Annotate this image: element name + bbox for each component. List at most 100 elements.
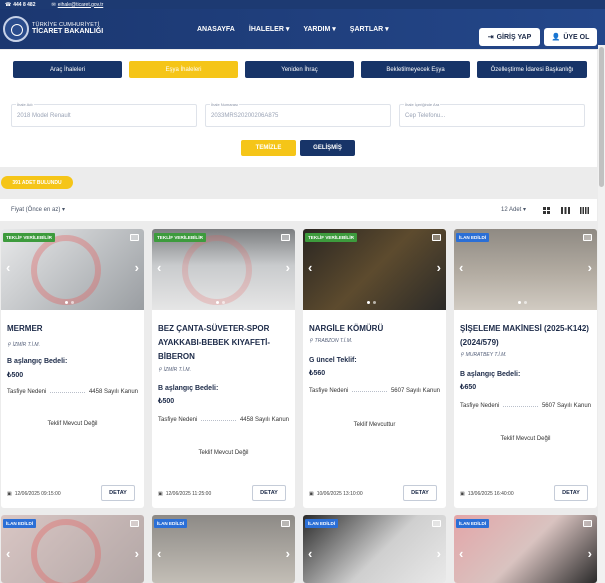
image-icon bbox=[130, 520, 139, 527]
tab-privatization-admin[interactable]: Özelleştirme İdaresi Başkanlığı bbox=[477, 61, 587, 78]
prev-arrow-icon[interactable]: ‹ bbox=[157, 260, 161, 275]
next-arrow-icon[interactable]: › bbox=[437, 546, 441, 561]
auction-card: İLAN EDİLDİ ‹ › bbox=[454, 515, 597, 583]
scrollbar-thumb[interactable] bbox=[599, 47, 604, 187]
next-arrow-icon[interactable]: › bbox=[286, 546, 290, 561]
grid-small-icon[interactable] bbox=[543, 207, 550, 214]
detail-button[interactable]: DETAY bbox=[252, 485, 286, 501]
card-image[interactable]: İLAN EDİLDİ ‹ › bbox=[152, 515, 295, 583]
phone-contact[interactable]: ☎ 444 8 482 bbox=[5, 2, 35, 8]
location-pin-icon: ⚲ bbox=[309, 338, 313, 344]
logo-line2: TİCARET BAKANLIĞI bbox=[32, 28, 104, 36]
card-image[interactable]: İLAN EDİLDİ ‹ › bbox=[454, 515, 597, 583]
card-title[interactable]: MERMER bbox=[7, 322, 139, 336]
signup-button[interactable]: 👤 ÜYE OL bbox=[544, 28, 597, 46]
tab-goods-auctions[interactable]: Eşya İhaleleri bbox=[129, 61, 238, 78]
auction-content-search-field[interactable]: İhale İçeriğinde Ara Cep Telefonu... bbox=[399, 102, 585, 127]
nav-help[interactable]: YARDIM bbox=[303, 25, 335, 33]
prev-arrow-icon[interactable]: ‹ bbox=[308, 260, 312, 275]
prev-arrow-icon[interactable]: ‹ bbox=[459, 546, 463, 561]
auction-card: TEKLİF VERİLEBİLİR ‹ › MERMER ⚲ İZMİR T.İ… bbox=[1, 229, 144, 508]
status-tag: İLAN EDİLDİ bbox=[305, 519, 339, 528]
card-location: ⚲ TRABZON T.İ.M. bbox=[309, 338, 353, 344]
ministry-seal-icon bbox=[3, 16, 29, 42]
image-icon bbox=[281, 520, 290, 527]
card-image[interactable]: TEKLİF VERİLEBİLİR ‹ › bbox=[1, 229, 144, 310]
image-icon bbox=[432, 234, 441, 241]
card-image[interactable]: İLAN EDİLDİ ‹ › bbox=[1, 515, 144, 583]
carousel-dots bbox=[518, 301, 527, 304]
detail-button[interactable]: DETAY bbox=[403, 485, 437, 501]
tab-reexport[interactable]: Yeniden İhraç bbox=[245, 61, 354, 78]
image-icon bbox=[130, 234, 139, 241]
detail-button[interactable]: DETAY bbox=[101, 485, 135, 501]
auction-card: İLAN EDİLDİ ‹ › bbox=[152, 515, 295, 583]
image-icon bbox=[583, 520, 592, 527]
ministry-logo[interactable]: TÜRKİYE CUMHURİYETİ TİCARET BAKANLIĞI bbox=[3, 16, 103, 42]
next-arrow-icon[interactable]: › bbox=[437, 260, 441, 275]
auction-number-field[interactable]: İhale Numarası 2033MRS20200206A875 bbox=[205, 102, 391, 127]
reason-row: Tasfiye Nedeni 5607 Sayılı Kanun bbox=[309, 388, 440, 394]
clear-button[interactable]: TEMİZLE bbox=[241, 140, 296, 156]
next-arrow-icon[interactable]: › bbox=[135, 546, 139, 561]
prev-arrow-icon[interactable]: ‹ bbox=[308, 546, 312, 561]
email-contact[interactable]: ✉ eihale@ticaret.gov.tr bbox=[51, 2, 103, 8]
chevron-down-icon: ▾ bbox=[62, 207, 66, 213]
card-date: ▣ 12/06/2025 09:15:00 bbox=[7, 491, 61, 497]
login-button[interactable]: ⇥ GİRİŞ YAP bbox=[479, 28, 540, 46]
per-page-dropdown[interactable]: 12 Adet ▾ bbox=[501, 206, 526, 213]
status-tag: TEKLİF VERİLEBİLİR bbox=[305, 233, 357, 242]
next-arrow-icon[interactable]: › bbox=[588, 546, 592, 561]
price-label: B aşlangıç Bedeli: bbox=[7, 358, 68, 365]
card-title[interactable]: BEZ ÇANTA-SÜVETER-SPOR AYAKKABI-BEBEK KI… bbox=[158, 322, 290, 364]
nav-home[interactable]: ANASAYFA bbox=[197, 26, 235, 33]
auction-card: İLAN EDİLDİ ‹ › bbox=[1, 515, 144, 583]
image-icon bbox=[281, 234, 290, 241]
card-date: ▣ 13/06/2025 16:40:00 bbox=[460, 491, 514, 497]
reason-row: Tasfiye Nedeni 4458 Sayılı Kanun bbox=[7, 389, 138, 395]
auction-card: TEKLİF VERİLEBİLİR ‹ › BEZ ÇANTA-SÜVETER… bbox=[152, 229, 295, 508]
auction-card: İLAN EDİLDİ ‹ › ŞİŞELEME MAKİNESİ (2025-… bbox=[454, 229, 597, 508]
calendar-icon: ▣ bbox=[460, 491, 465, 497]
card-title[interactable]: ŞİŞELEME MAKİNESİ (2025-K142) (2024/579) bbox=[460, 322, 592, 350]
carousel-dots bbox=[216, 301, 225, 304]
nav-terms[interactable]: ŞARTLAR bbox=[350, 25, 389, 33]
prev-arrow-icon[interactable]: ‹ bbox=[6, 260, 10, 275]
card-image[interactable]: İLAN EDİLDİ ‹ › bbox=[303, 515, 446, 583]
prev-arrow-icon[interactable]: ‹ bbox=[459, 260, 463, 275]
auction-name-field[interactable]: İhale Adı 2018 Model Renault bbox=[11, 102, 197, 127]
card-location: ⚲ İZMİR T.İ.M. bbox=[7, 342, 40, 348]
grid-large-icon[interactable] bbox=[580, 207, 589, 214]
calendar-icon: ▣ bbox=[158, 491, 163, 497]
next-arrow-icon[interactable]: › bbox=[135, 260, 139, 275]
page-scrollbar[interactable] bbox=[598, 45, 605, 583]
prev-arrow-icon[interactable]: ‹ bbox=[157, 546, 161, 561]
image-icon bbox=[583, 234, 592, 241]
status-tag: İLAN EDİLDİ bbox=[456, 233, 490, 242]
main-nav: ANASAYFA İHALELER YARDIM ŞARTLAR bbox=[197, 9, 389, 49]
user-plus-icon: 👤 bbox=[551, 34, 561, 41]
card-date: ▣ 12/06/2025 11:25:00 bbox=[158, 491, 212, 497]
chevron-down-icon: ▾ bbox=[523, 207, 527, 213]
reason-row: Tasfiye Nedeni 5607 Sayılı Kanun bbox=[460, 403, 591, 409]
tab-non-waiting-goods[interactable]: Bekletilmeyecek Eşya bbox=[361, 61, 470, 78]
tab-vehicle-auctions[interactable]: Araç İhaleleri bbox=[13, 61, 122, 78]
card-image[interactable]: TEKLİF VERİLEBİLİR ‹ › bbox=[303, 229, 446, 310]
site-header: TÜRKİYE CUMHURİYETİ TİCARET BAKANLIĞI AN… bbox=[0, 9, 605, 49]
card-title[interactable]: NARGİLE KÖMÜRÜ bbox=[309, 322, 441, 336]
sort-dropdown[interactable]: Fiyat (Önce en az) ▾ bbox=[11, 206, 65, 213]
calendar-icon: ▣ bbox=[7, 491, 12, 497]
advanced-button[interactable]: GELİŞMİŞ bbox=[300, 140, 355, 156]
offer-status: Teklif Mevcut Değil bbox=[198, 450, 249, 456]
detail-button[interactable]: DETAY bbox=[554, 485, 588, 501]
next-arrow-icon[interactable]: › bbox=[588, 260, 592, 275]
card-location: ⚲ İZMİR T.İ.M. bbox=[158, 367, 191, 373]
nav-auctions[interactable]: İHALELER bbox=[249, 25, 289, 33]
card-image[interactable]: TEKLİF VERİLEBİLİR ‹ › bbox=[152, 229, 295, 310]
grid-medium-icon[interactable] bbox=[561, 207, 570, 214]
card-image[interactable]: İLAN EDİLDİ ‹ › bbox=[454, 229, 597, 310]
result-count-badge: 391 ADET BULUNDU bbox=[1, 176, 73, 189]
prev-arrow-icon[interactable]: ‹ bbox=[6, 546, 10, 561]
next-arrow-icon[interactable]: › bbox=[286, 260, 290, 275]
watermark-seal bbox=[31, 235, 101, 305]
